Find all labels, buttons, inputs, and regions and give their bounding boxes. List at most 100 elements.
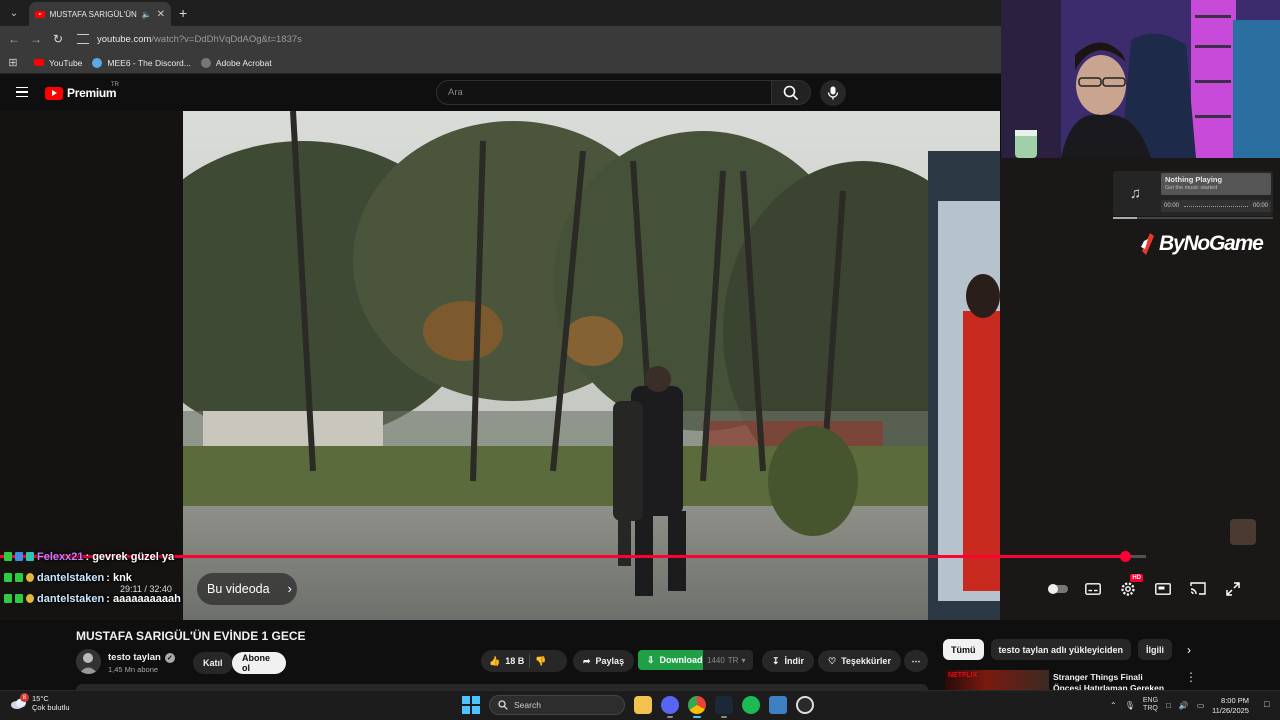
thumbs-up-icon[interactable]: 👍 [489, 656, 500, 667]
cast-button[interactable] [1186, 577, 1209, 600]
reload-icon[interactable]: ↻ [47, 32, 69, 46]
bookmark-youtube[interactable]: YouTube [34, 58, 82, 68]
keyboard-layout: TRQ [1143, 705, 1158, 712]
microphone-icon[interactable]: 🎙 [1125, 701, 1135, 710]
download-language: TR [727, 655, 739, 665]
bookmark-mee6[interactable]: MEE6 - The Discord... [92, 57, 191, 68]
tab-audio-icon[interactable]: 🔈 [142, 10, 152, 19]
tab-title: MUSTAFA SARIGÜL'ÜN EVİNDE [49, 9, 137, 19]
now-playing-timeline: 00:00 00:00 [1161, 200, 1271, 212]
weather-temperature: 15°C [32, 694, 49, 703]
taskbar-clock[interactable]: 8:00 PM 11/26/2025 [1212, 696, 1249, 716]
search-button[interactable] [771, 80, 811, 105]
url-host: youtube.com [97, 33, 152, 45]
battery-icon[interactable]: ▭ [1197, 701, 1205, 710]
channel-name-row[interactable]: testo taylan ✓ [108, 652, 175, 663]
video-scene-image [183, 111, 1000, 620]
bookmark-adobe[interactable]: Adobe Acrobat [200, 57, 272, 68]
running-indicator [667, 716, 673, 718]
channel-name[interactable]: testo taylan [108, 652, 161, 663]
tray-overflow-icon[interactable]: ⌃ [1110, 701, 1117, 710]
bookmark-label: YouTube [49, 57, 83, 68]
like-count[interactable]: 18 B [505, 656, 524, 666]
new-tab-icon[interactable]: + [179, 5, 187, 21]
chat-message: Felexx21 : gevrek güzel ya [4, 546, 181, 567]
voice-search-button[interactable] [820, 80, 846, 106]
chat-text: : gevrek güzel ya [85, 550, 175, 563]
browser-tab-active[interactable]: MUSTAFA SARIGÜL'ÜN EVİNDE 🔈 ✕ [29, 2, 171, 26]
download-quality-select[interactable]: 1440 TR ▾ [703, 650, 753, 670]
weather-badge: 8 [20, 693, 29, 702]
obs-icon[interactable] [796, 696, 814, 714]
notification-bell-icon[interactable]: □ [1264, 699, 1269, 709]
tab-search-chevron-icon[interactable]: ⌄ [3, 2, 25, 24]
save-download-button[interactable]: ↧ İndir [762, 650, 815, 672]
youtube-logo[interactable]: Premium TR [45, 82, 119, 100]
cloud-icon: 8 [10, 693, 29, 710]
tab-close-icon[interactable]: ✕ [157, 9, 165, 20]
thanks-button[interactable]: ♡ Teşekkürler [818, 650, 901, 672]
more-actions-button[interactable]: ⋯ [904, 650, 928, 672]
youtube-favicon-icon [35, 10, 45, 18]
thumbnail-logo-text: NETFLIX [948, 672, 978, 679]
music-note-icon: ♫ [1129, 185, 1142, 202]
settings-button[interactable]: HD [1116, 574, 1143, 600]
chat-message: dantelstaken : knk [4, 567, 181, 588]
subscriber-count: 1,45 Mn abone [108, 665, 159, 674]
more-vertical-icon[interactable]: ⋮ [1185, 670, 1197, 684]
network-icon[interactable]: □ [1166, 701, 1171, 710]
thumbs-down-icon[interactable]: 👎 [535, 656, 546, 667]
logo-text: Premium [67, 86, 117, 100]
url-field[interactable]: youtube.com/watch?v=DdDhVqDdAOg&t=1837s [77, 29, 1067, 49]
bookmark-label: Adobe Acrobat [215, 57, 272, 68]
recommended-title[interactable]: Stranger Things Finali Öncesi Hatırlaman… [1053, 672, 1173, 692]
autoplay-toggle[interactable] [1046, 577, 1069, 600]
chapter-button[interactable]: Bu videoda › [197, 573, 297, 605]
chevron-right-icon[interactable]: › [1187, 643, 1191, 657]
taskbar-search-label: Search [514, 700, 541, 710]
join-button[interactable]: Katıl [193, 652, 233, 674]
volume-icon[interactable]: 🔊 [1179, 701, 1189, 710]
video-frame[interactable] [183, 111, 1000, 620]
miniplayer-button[interactable] [1151, 577, 1174, 600]
taskbar-search[interactable]: Search [489, 695, 625, 715]
forward-icon[interactable]: → [25, 32, 47, 46]
back-icon[interactable]: ← [3, 32, 25, 46]
now-playing-subtitle: Get the music started [1165, 185, 1218, 191]
chip-related[interactable]: İlgili [1138, 639, 1173, 660]
recommended-video[interactable]: NETFLIX Stranger Things Finali Öncesi Ha… [945, 670, 1280, 692]
windows-start-icon[interactable] [462, 696, 480, 714]
file-explorer-icon[interactable] [634, 696, 652, 714]
fullscreen-button[interactable] [1221, 577, 1244, 600]
chip-from-uploader[interactable]: testo taylan adlı yükleyiciden [990, 639, 1132, 660]
recommended-thumbnail[interactable]: NETFLIX [945, 670, 1049, 692]
search-input[interactable]: Ara [436, 80, 772, 105]
video-title: MUSTAFA SARIGÜL'ÜN EVİNDE 1 GECE [76, 629, 306, 643]
battlenet-icon[interactable] [769, 696, 787, 714]
download-extension-button[interactable]: ⇩ Download [638, 650, 712, 670]
miniplayer-icon [1154, 582, 1171, 595]
chip-all[interactable]: Tümü [943, 639, 984, 660]
captions-button[interactable] [1081, 577, 1104, 600]
input-language[interactable]: ENG TRQ [1143, 697, 1158, 713]
chat-badge-icon [15, 552, 23, 561]
menu-icon[interactable] [16, 87, 28, 97]
chrome-icon[interactable] [688, 696, 706, 718]
apps-grid-icon[interactable]: ⊞ [2, 56, 24, 69]
chat-badge-icon [4, 594, 12, 603]
clock-date: 11/26/2025 [1212, 706, 1249, 715]
spotify-icon[interactable] [742, 696, 760, 714]
steam-icon[interactable] [715, 696, 733, 718]
taskbar-apps: Search [462, 695, 814, 718]
discord-icon[interactable] [661, 696, 679, 718]
chat-badge-icon [15, 594, 23, 603]
download-resolution: 1440 [707, 655, 725, 665]
share-button[interactable]: ➦ Paylaş [573, 650, 635, 672]
site-info-icon[interactable] [77, 34, 89, 44]
youtube-bookmark-icon [34, 59, 44, 66]
globe-bookmark-icon [200, 57, 211, 68]
weather-widget[interactable]: 8 15°C Çok bulutlu [10, 693, 70, 712]
channel-avatar[interactable] [76, 649, 101, 674]
video-scrubber-handle[interactable] [1120, 551, 1131, 562]
subscribe-button[interactable]: Abone ol [232, 652, 286, 674]
